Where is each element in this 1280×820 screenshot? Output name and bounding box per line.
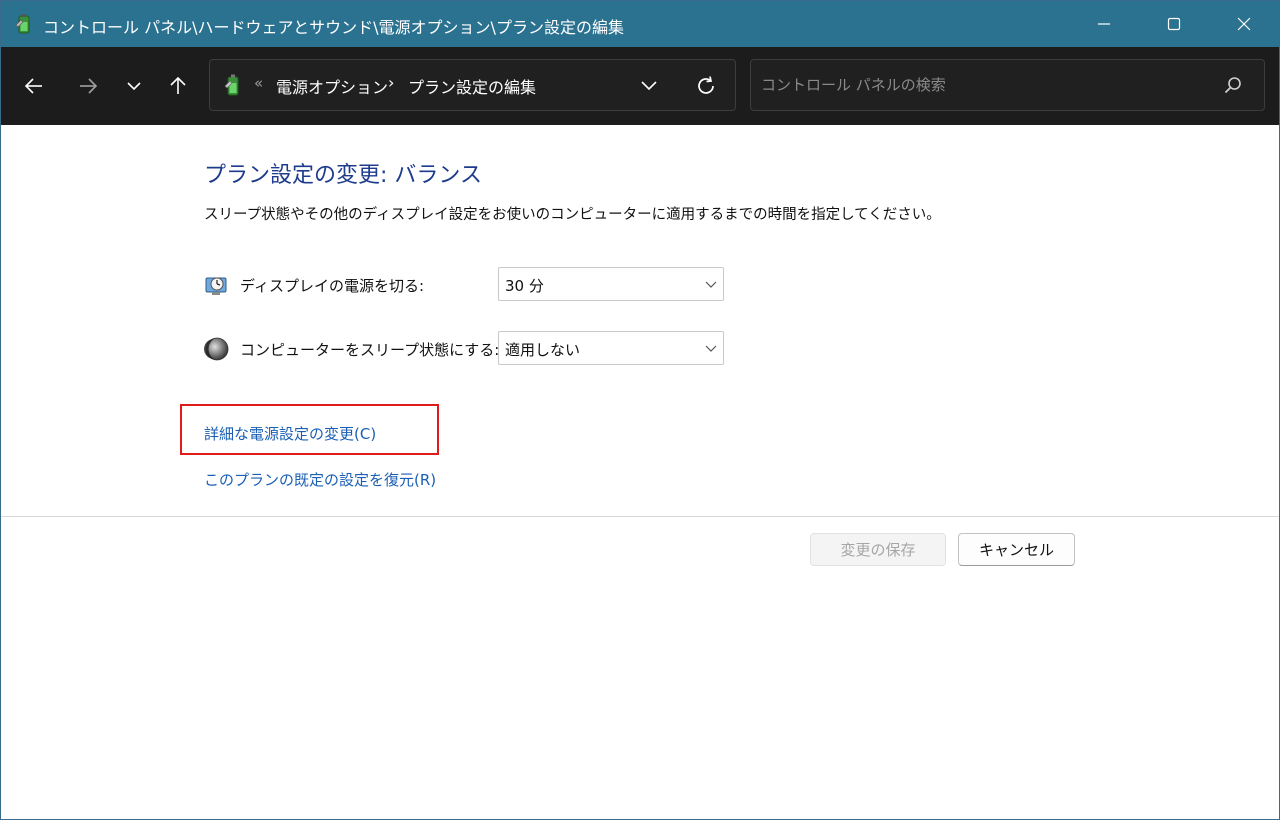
close-icon bbox=[1237, 17, 1251, 31]
control-panel-window: コントロール パネル\ハードウェアとサウンド\電源オプション\プラン設定の編集 bbox=[0, 0, 1280, 820]
restore-defaults-link[interactable]: このプランの既定の設定を復元(R) bbox=[204, 469, 436, 490]
advanced-power-settings-link[interactable]: 詳細な電源設定の変更(C) bbox=[204, 423, 376, 444]
display-off-value: 30 分 bbox=[505, 277, 544, 295]
maximize-button[interactable] bbox=[1139, 1, 1209, 47]
sleep-select[interactable]: 適用しない bbox=[498, 331, 724, 365]
moon-icon bbox=[204, 337, 229, 361]
window-title: コントロール パネル\ハードウェアとサウンド\電源オプション\プラン設定の編集 bbox=[43, 18, 624, 37]
breadcrumb-edit-plan[interactable]: プラン設定の編集 bbox=[408, 74, 536, 98]
minimize-icon bbox=[1098, 23, 1110, 25]
chevron-down-icon bbox=[705, 281, 717, 288]
back-button[interactable] bbox=[17, 69, 51, 103]
search-icon[interactable] bbox=[1223, 75, 1243, 95]
navigation-bar: « 電源オプション › プラン設定の編集 bbox=[1, 47, 1279, 125]
search-input[interactable] bbox=[761, 72, 1201, 98]
sleep-value: 適用しない bbox=[505, 341, 581, 359]
address-overflow[interactable]: « bbox=[254, 74, 263, 92]
forward-button[interactable] bbox=[71, 69, 105, 103]
maximize-icon bbox=[1167, 17, 1181, 31]
sleep-setting: コンピューターをスリープ状態にする: 適用しない bbox=[204, 331, 734, 367]
up-button[interactable] bbox=[161, 69, 195, 103]
arrow-left-icon bbox=[24, 78, 42, 94]
refresh-icon[interactable] bbox=[694, 74, 718, 98]
address-bar[interactable]: « 電源オプション › プラン設定の編集 bbox=[209, 59, 736, 111]
title-bar: コントロール パネル\ハードウェアとサウンド\電源オプション\プラン設定の編集 bbox=[1, 1, 1279, 47]
page-description: スリープ状態やその他のディスプレイ設定をお使いのコンピューターに適用するまでの時… bbox=[204, 207, 941, 223]
monitor-clock-icon bbox=[205, 277, 227, 295]
cancel-button[interactable]: キャンセル bbox=[958, 533, 1075, 566]
arrow-up-icon bbox=[170, 76, 186, 94]
close-button[interactable] bbox=[1209, 1, 1279, 47]
display-off-setting: ディスプレイの電源を切る: 30 分 bbox=[204, 267, 734, 303]
chevron-down-icon bbox=[705, 345, 717, 352]
chevron-down-icon[interactable] bbox=[638, 76, 660, 96]
divider bbox=[1, 516, 1279, 517]
display-off-select[interactable]: 30 分 bbox=[498, 267, 724, 301]
arrow-right-icon bbox=[80, 78, 98, 94]
recent-locations-button[interactable] bbox=[117, 69, 151, 103]
chevron-down-icon bbox=[127, 82, 141, 91]
breadcrumb-separator[interactable]: › bbox=[388, 73, 394, 92]
page-title: プラン設定の変更: バランス bbox=[204, 163, 482, 188]
content-area: プラン設定の変更: バランス スリープ状態やその他のディスプレイ設定をお使いのコ… bbox=[1, 125, 1279, 819]
search-box[interactable] bbox=[750, 59, 1265, 111]
save-changes-button[interactable]: 変更の保存 bbox=[810, 533, 946, 566]
power-options-icon bbox=[224, 74, 239, 96]
minimize-button[interactable] bbox=[1069, 1, 1139, 47]
sleep-label: コンピューターをスリープ状態にする: bbox=[240, 341, 500, 359]
power-options-icon bbox=[15, 14, 30, 34]
display-off-label: ディスプレイの電源を切る: bbox=[240, 277, 425, 295]
breadcrumb-power-options[interactable]: 電源オプション bbox=[276, 74, 388, 98]
